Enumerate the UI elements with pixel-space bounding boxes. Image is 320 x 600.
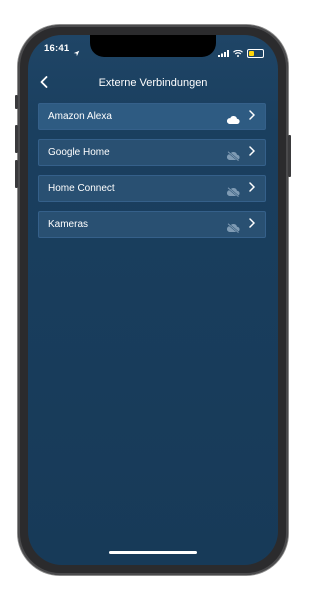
status-icons (218, 44, 264, 62)
battery-level (249, 50, 254, 56)
phone-frame: 16:41 Externe Verbindungen Amazon Alexa … (15, 25, 291, 575)
chevron-right-icon (249, 218, 256, 231)
cloud-off-icon (226, 220, 240, 233)
mute-switch (15, 95, 18, 109)
app-screen: 16:41 Externe Verbindungen Amazon Alexa … (28, 35, 278, 565)
cloud-icon (226, 112, 240, 124)
home-indicator[interactable] (109, 551, 197, 554)
navigation-bar: Externe Verbindungen (28, 73, 278, 95)
list-item-amazon-alexa[interactable]: Amazon Alexa (38, 103, 266, 130)
cloud-off-icon (226, 184, 240, 197)
wifi-icon (233, 44, 243, 62)
chevron-right-icon (249, 146, 256, 159)
volume-down-button (15, 160, 18, 188)
list-item-label: Home Connect (48, 183, 115, 194)
status-time: 16:41 (44, 43, 70, 54)
page-title: Externe Verbindungen (98, 77, 208, 89)
location-arrow-icon (73, 44, 80, 62)
status-bar: 16:41 (28, 35, 278, 63)
list-item-google-home[interactable]: Google Home (38, 139, 266, 166)
list-item-label: Google Home (48, 147, 110, 158)
chevron-right-icon (249, 110, 256, 123)
power-button (288, 135, 291, 177)
chevron-right-icon (249, 182, 256, 195)
list-item-kameras[interactable]: Kameras (38, 211, 266, 238)
list-item-label: Kameras (48, 219, 89, 230)
list-item-home-connect[interactable]: Home Connect (38, 175, 266, 202)
list-item-label: Amazon Alexa (48, 111, 112, 122)
connections-list: Amazon Alexa Google Home Home Connect Ka… (38, 103, 266, 247)
volume-up-button (15, 125, 18, 153)
cloud-off-icon (226, 148, 240, 161)
battery-icon (247, 48, 264, 58)
cellular-signal-icon (218, 44, 229, 62)
